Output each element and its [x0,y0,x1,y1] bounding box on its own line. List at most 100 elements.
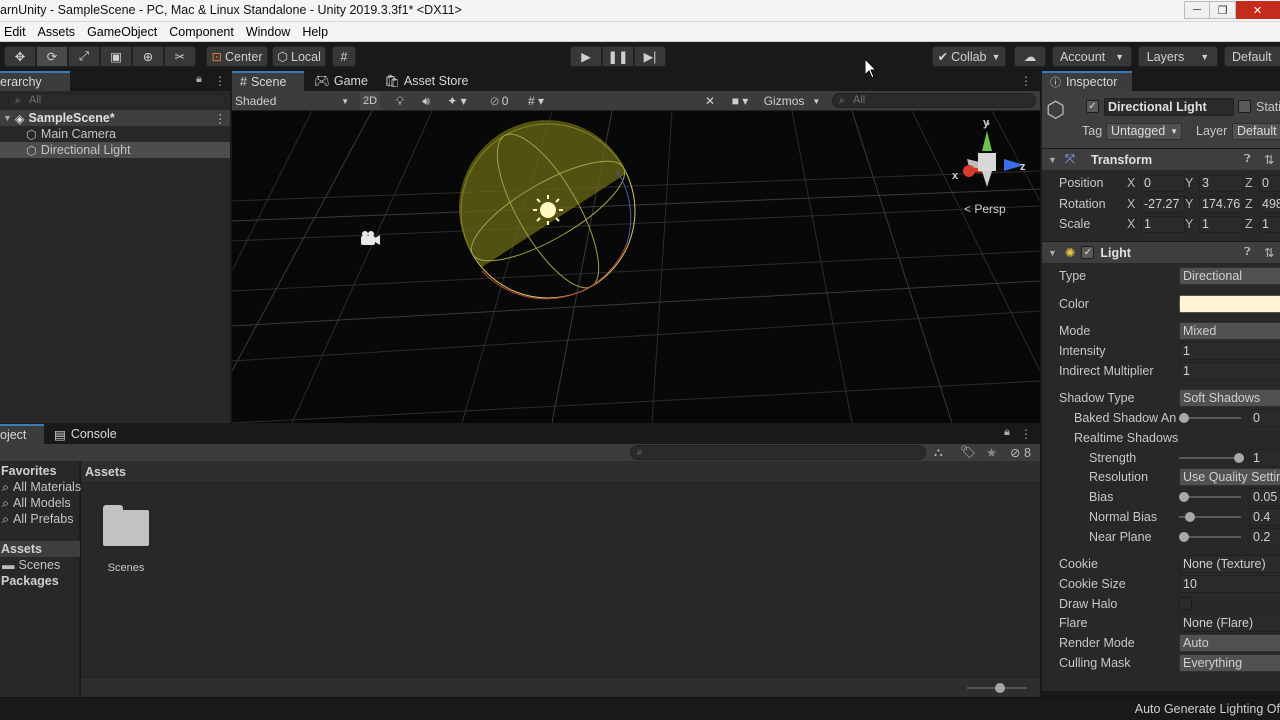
help-icon[interactable]: ❓︎ [1244,153,1251,166]
scene-effects-dropdown[interactable]: ✦ ▾ [442,92,472,110]
play-button[interactable]: ▶ [570,46,602,67]
flare-field[interactable]: None (Flare) [1179,614,1280,632]
pivot-center-button[interactable]: ⊡ Center [206,46,268,67]
layer-dropdown[interactable]: Default [1232,123,1280,140]
favorite-star-icon[interactable]: ★ [986,445,997,460]
tools-button[interactable]: ✕ [702,92,718,110]
menu-help[interactable]: Help [296,25,334,39]
scale-z-value[interactable]: 1 [1259,215,1280,233]
grid-toggle-dropdown[interactable]: # ▾ [518,92,554,110]
hierarchy-scene-row[interactable]: ▼ ◈ SampleScene* ⋮ [0,110,230,126]
move-tool-icon[interactable]: ✥ [4,46,36,67]
custom-tool-icon[interactable]: ✂ [164,46,196,67]
tab-project[interactable]: oject [0,424,44,444]
scene-lighting-toggle[interactable]: 💡︎ [392,92,408,110]
folder-tile-scenes[interactable]: Scenes [101,505,151,574]
shadow-type-dropdown[interactable]: Soft Shadows [1179,389,1280,407]
scale-z-field[interactable]: Z1 [1245,215,1280,233]
position-z-field[interactable]: Z0 [1245,174,1280,192]
scene-more-icon[interactable]: ⋮ [214,111,227,126]
scene-audio-toggle[interactable]: 🔊︎ [418,92,434,110]
scale-x-field[interactable]: X1 [1127,215,1185,233]
position-x-value[interactable]: 0 [1141,174,1185,192]
lock-icon[interactable]: 🔒︎ [196,73,202,86]
layers-dropdown[interactable]: Layers ▼ [1138,46,1218,67]
indirect-multiplier-field[interactable]: 1 [1179,362,1280,380]
project-more-icon[interactable]: ⋮ [1020,427,1032,441]
rotation-x-value[interactable]: -27.27 [1141,195,1185,213]
draw-halo-checkbox[interactable] [1179,597,1192,610]
mode-2d-button[interactable]: 2D [360,92,380,110]
more-icon[interactable]: ⋮ [214,74,226,88]
scale-x-value[interactable]: 1 [1141,215,1185,233]
menu-window[interactable]: Window [240,25,296,39]
settings-sliders-icon[interactable]: ⇅ [1264,245,1274,260]
intensity-field[interactable]: 1 [1179,342,1280,360]
object-name-field[interactable]: Directional Light [1104,98,1234,116]
hidden-packages-toggle[interactable]: ⊘ 8 [1010,445,1031,460]
position-y-value[interactable]: 3 [1199,174,1243,192]
normal-bias-slider[interactable]: 0.4 [1179,508,1280,526]
cloud-button[interactable]: ☁ [1014,46,1046,67]
layout-dropdown[interactable]: Default [1224,46,1280,67]
rotation-y-value[interactable]: 174.76 [1199,195,1243,213]
icon-size-slider[interactable] [967,683,1027,693]
color-swatch[interactable] [1179,295,1280,313]
slider-knob[interactable] [1234,453,1244,463]
minimize-button[interactable]: ─ [1184,1,1210,19]
perspective-toggle[interactable]: < Persp [964,202,1006,216]
tab-console[interactable]: ▤ Console [46,424,125,444]
rotation-z-value[interactable]: 498 [1259,195,1280,213]
snap-grid-button[interactable]: # [332,46,356,67]
breadcrumb-assets[interactable]: Assets [85,465,126,479]
cookie-size-field[interactable]: 10 [1179,575,1280,593]
mode-dropdown[interactable]: Mixed [1179,322,1280,340]
transform-header[interactable]: ▼ ⤧ Transform ❓︎ ⇅ [1042,148,1280,170]
bias-value[interactable]: 0.05 [1249,488,1280,506]
tab-game[interactable]: 🎮︎ Game [306,71,376,91]
settings-sliders-icon[interactable]: ⇅ [1264,152,1274,167]
pause-button[interactable]: ❚❚ [602,46,634,67]
slider-knob[interactable] [1185,512,1195,522]
favorite-all-materials[interactable]: ⌕ All Materials [0,479,81,495]
normal-bias-value[interactable]: 0.4 [1249,508,1280,526]
help-icon[interactable]: ❓︎ [1244,246,1251,259]
camera-dropdown[interactable]: ■ ▾ [726,92,754,110]
favorite-all-models[interactable]: ⌕ All Models [0,495,71,511]
maximize-button[interactable]: ❐ [1210,1,1236,19]
scale-y-value[interactable]: 1 [1199,215,1243,233]
scene-more-icon[interactable]: ⋮ [1020,74,1032,88]
menu-edit[interactable]: Edit [0,25,32,39]
scenes-folder[interactable]: ▬ Scenes [0,557,60,573]
project-search-input[interactable]: ⌕ [630,445,926,460]
strength-value[interactable]: 1 [1249,449,1280,467]
position-y-field[interactable]: Y3 [1185,174,1243,192]
baked-shadow-angle-value[interactable]: 0 [1249,409,1280,427]
near-plane-slider[interactable]: 0.2 [1179,528,1280,546]
baked-shadow-angle-slider[interactable]: 0 [1179,409,1280,427]
step-button[interactable]: ▶| [634,46,666,67]
position-z-value[interactable]: 0 [1259,174,1280,192]
render-mode-dropdown[interactable]: Auto [1179,634,1280,652]
pivot-local-button[interactable]: ⬡ Local [272,46,326,67]
draw-mode-dropdown[interactable]: Shaded ▼ [235,92,353,110]
culling-mask-dropdown[interactable]: Everything [1179,654,1280,672]
bias-slider[interactable]: 0.05 [1179,488,1280,506]
rotation-y-field[interactable]: Y 174.76 [1185,195,1243,213]
close-button[interactable]: ✕ [1236,1,1280,19]
tab-asset-store[interactable]: 🛍︎ Asset Store [376,71,477,91]
scene-visibility-toggle[interactable]: ⊘ 0 [484,92,514,110]
slider-knob[interactable] [1179,413,1189,423]
light-header[interactable]: ▼ ✺ ✓ Light ❓︎ ⇅ [1042,241,1280,263]
tag-dropdown[interactable]: Untagged ▼ [1106,123,1182,140]
rotation-x-field[interactable]: X -27.27 [1127,195,1185,213]
menu-gameobject[interactable]: GameObject [81,25,163,39]
scale-y-field[interactable]: Y1 [1185,215,1243,233]
hierarchy-item-main-camera[interactable]: ⬡ Main Camera [0,126,230,142]
favorites-header[interactable]: Favorites [0,463,57,479]
account-dropdown[interactable]: Account ▼ [1052,46,1132,67]
tab-inspector[interactable]: ⓘ Inspector [1042,71,1132,91]
resolution-dropdown[interactable]: Use Quality Settin [1179,468,1280,486]
packages-folder[interactable]: Packages [0,573,59,589]
position-x-field[interactable]: X0 [1127,174,1185,192]
